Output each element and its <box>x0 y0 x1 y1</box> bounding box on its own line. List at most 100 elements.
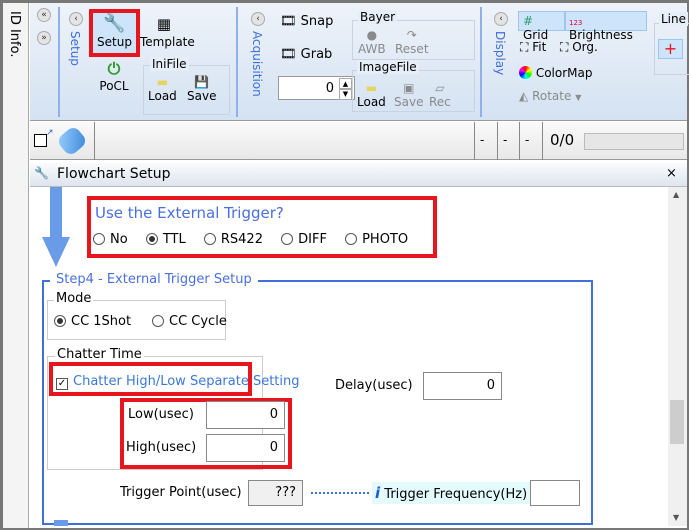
acquisition-group-label: Acquisition <box>250 31 264 97</box>
divider <box>480 7 482 117</box>
id-info-panel-tab[interactable]: ID Info. <box>3 3 29 528</box>
status-toolbar: ↗ - - - 0/0 <box>30 122 687 160</box>
vertical-scrollbar[interactable]: ▲ ▼ <box>668 187 687 526</box>
fit-button[interactable]: ⛶ Fit <box>520 40 546 55</box>
floppy-icon: 💾 <box>194 75 210 89</box>
stepper-value: 0 <box>325 81 334 96</box>
divider <box>519 122 520 160</box>
rotate-icon: ◭ <box>519 89 529 103</box>
setup-button[interactable]: 🔧 Setup <box>89 9 140 57</box>
save-label: Save <box>394 95 424 109</box>
chatter-label: Chatter Time <box>55 347 144 362</box>
high-usec-input[interactable]: 0 <box>206 434 285 462</box>
inifile-load-button[interactable]: ▬ Load <box>148 75 177 103</box>
reset-button[interactable]: ↷ Reset <box>395 28 429 56</box>
inifile-save-button[interactable]: 💾 Save <box>187 75 216 103</box>
delay-usec-input[interactable]: 0 <box>423 372 502 400</box>
pocl-label: PoCL <box>99 79 129 93</box>
collapse-left-icon[interactable]: « <box>37 8 51 22</box>
chevron-down-icon: ▼ <box>575 93 582 102</box>
frame-counter: 0/0 <box>550 131 575 149</box>
fit-icon: ⛶ <box>520 40 529 54</box>
trigger-point-value: ??? <box>248 480 303 506</box>
trigger-options: No TTL RS422 DIFF PHOTO <box>93 232 408 247</box>
acquisition-collapse-icon[interactable]: ‹ <box>251 12 265 26</box>
trigger-option-no[interactable]: No <box>93 232 128 247</box>
brightness-button[interactable]: 123 Brightness <box>565 11 647 42</box>
panel-header: 🔧 Flowchart Setup × <box>30 163 687 187</box>
panel-title: Flowchart Setup <box>57 166 171 182</box>
grab-button[interactable]: 🎞 Grab <box>280 47 332 62</box>
flow-arrow-next <box>54 520 68 526</box>
divider <box>474 122 475 160</box>
colormap-label: ColorMap <box>535 66 593 80</box>
reset-label: Reset <box>395 42 429 56</box>
trigger-option-rs422[interactable]: RS422 <box>203 232 263 247</box>
template-button[interactable]: ▦ Template <box>140 13 195 49</box>
org-button[interactable]: ⛶ Org. <box>560 40 598 55</box>
record-icon: ▱ <box>435 81 445 95</box>
scrollbar-thumb[interactable] <box>670 400 684 444</box>
radio-icon <box>203 233 216 245</box>
close-icon[interactable]: × <box>666 166 677 181</box>
org-label: Org. <box>572 40 598 54</box>
setup-collapse-icon[interactable]: ‹ <box>69 12 83 26</box>
mode-option-cycle[interactable]: CC Cycle <box>152 314 227 329</box>
image-save-button[interactable]: ▣ Save <box>394 81 423 109</box>
display-collapse-icon[interactable]: ‹ <box>494 12 508 26</box>
divider <box>236 7 238 117</box>
film-icon: 🎞 <box>280 14 297 29</box>
trigger-option-ttl[interactable]: TTL <box>145 232 186 247</box>
connection-plug-icon[interactable] <box>55 124 89 158</box>
film-icon: 🎞 <box>280 47 297 62</box>
grid-icon: # <box>523 14 534 28</box>
trigger-frequency-input[interactable] <box>530 480 580 506</box>
awb-icon: ● <box>366 28 378 42</box>
rotate-label: Rotate <box>532 89 572 103</box>
radio-icon <box>152 315 164 327</box>
separate-setting-checkbox[interactable]: ✓ Chatter High/Low Separate Setting <box>56 374 300 390</box>
status-field-2: - <box>503 133 508 147</box>
delay-label: Delay(usec) <box>335 378 413 393</box>
expand-right-icon[interactable]: » <box>37 31 51 45</box>
id-info-label: ID Info. <box>7 11 22 58</box>
scroll-up-icon[interactable]: ▲ <box>673 190 679 199</box>
save-label: Save <box>187 89 217 103</box>
option-label: CC 1Shot <box>71 314 132 329</box>
grid-button[interactable]: # Grid <box>518 11 565 42</box>
trigger-option-photo[interactable]: PHOTO <box>345 232 408 247</box>
step4-title: Step4 - External Trigger Setup <box>50 272 258 287</box>
trigger-option-diff[interactable]: DIFF <box>281 232 327 247</box>
radio-icon <box>93 233 105 245</box>
rec-label: Rec <box>429 95 451 109</box>
original-size-icon: ⛶ <box>560 40 569 54</box>
dotted-connector <box>311 492 369 494</box>
load-label: Load <box>357 95 386 109</box>
trigger-frequency-label-box: i Trigger Frequency(Hz) <box>372 482 531 504</box>
option-label: RS422 <box>220 232 263 247</box>
load-label: Load <box>148 89 177 103</box>
scroll-down-icon[interactable]: ▼ <box>673 513 679 522</box>
floppy-icon: ▣ <box>403 81 415 95</box>
add-line-button[interactable]: + <box>658 39 683 59</box>
mode-option-1shot[interactable]: CC 1Shot <box>54 314 131 329</box>
imagefile-label: ImageFile <box>357 60 419 74</box>
rotate-dropdown[interactable]: ◭ Rotate ▼ <box>519 89 581 103</box>
frame-count-stepper[interactable]: 0 ▲ ▼ <box>278 76 355 100</box>
high-label: High(usec) <box>126 440 197 455</box>
flowchart-content: Use the External Trigger? No TTL RS422 D… <box>30 187 668 526</box>
pocl-button[interactable]: ⏻ PoCL <box>94 59 134 93</box>
colormap-button[interactable]: ColorMap <box>519 66 592 80</box>
info-icon: i <box>375 484 381 502</box>
ribbon: « » ‹ Setup 🔧 Setup ▦ Template ⏻ PoCL In… <box>30 3 689 121</box>
stepper-down-icon[interactable]: ▼ <box>339 88 352 100</box>
progress-bar <box>584 133 684 150</box>
folder-icon: ▬ <box>156 75 169 89</box>
table-icon: ▦ <box>156 15 172 33</box>
awb-button[interactable]: ● AWB <box>358 28 386 56</box>
template-label: Template <box>140 35 195 49</box>
rec-button[interactable]: ▱ Rec <box>429 81 451 109</box>
low-usec-input[interactable]: 0 <box>206 401 285 429</box>
snap-button[interactable]: 🎞 Snap <box>280 14 333 29</box>
image-load-button[interactable]: ▬ Load <box>357 81 386 109</box>
